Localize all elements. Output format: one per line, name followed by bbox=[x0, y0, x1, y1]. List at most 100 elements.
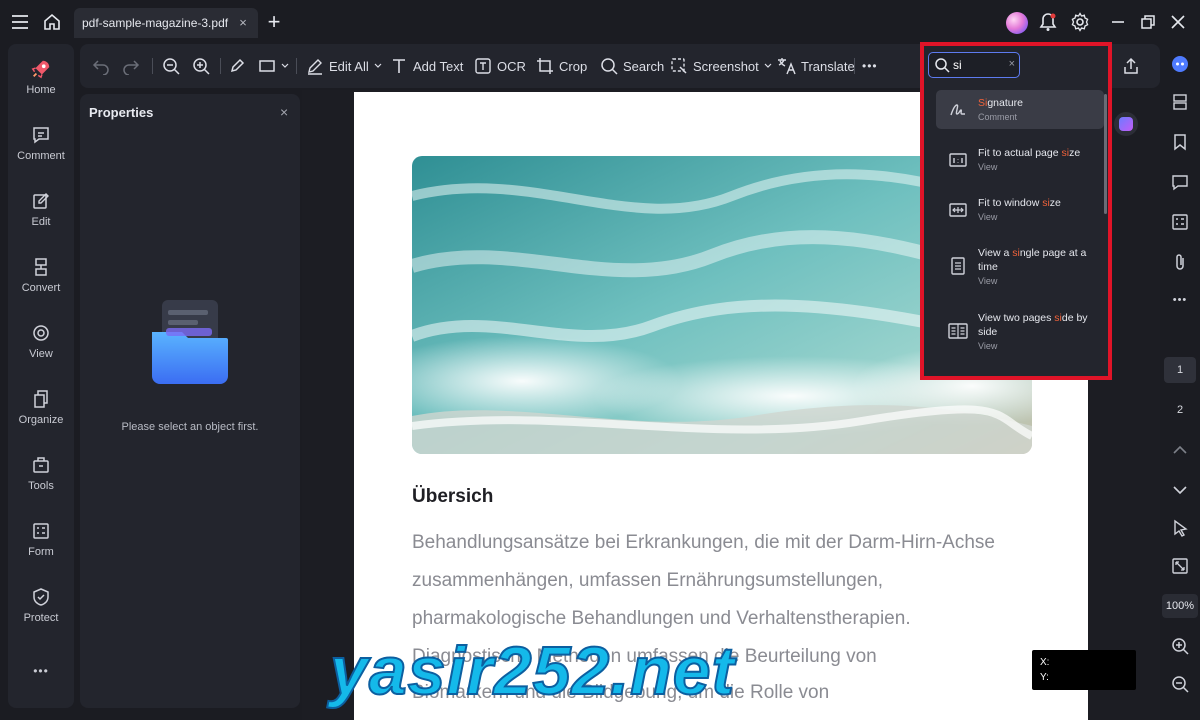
screenshot-label: Screenshot bbox=[693, 58, 759, 74]
properties-close-icon[interactable]: × bbox=[280, 104, 288, 120]
fit-window-icon bbox=[948, 200, 968, 220]
command-search-input[interactable] bbox=[953, 57, 1001, 73]
protect-shield-icon bbox=[30, 586, 52, 608]
convert-icon bbox=[30, 256, 52, 278]
assistant-logo-icon[interactable] bbox=[1168, 52, 1192, 76]
search-result-single-page[interactable]: View a single page at a time View bbox=[936, 240, 1104, 293]
comments-panel-icon[interactable] bbox=[1168, 170, 1192, 194]
page-number-current[interactable]: 1 bbox=[1164, 357, 1196, 383]
empty-folder-illustration-icon bbox=[152, 298, 228, 384]
two-page-icon bbox=[948, 321, 968, 341]
bookmark-icon[interactable] bbox=[1168, 130, 1192, 154]
signature-icon bbox=[948, 100, 968, 120]
search-result-fit-actual-size[interactable]: Fit to actual page size View bbox=[936, 140, 1104, 179]
share-export-icon[interactable] bbox=[1122, 54, 1140, 78]
thumbnails-icon[interactable] bbox=[1168, 90, 1192, 114]
translate-label: Translate bbox=[801, 58, 855, 74]
cursor-coordinates: X: Y: bbox=[1032, 650, 1136, 690]
nav-tools[interactable]: Tools bbox=[8, 446, 74, 500]
search-result-fit-window-size[interactable]: Fit to window size View bbox=[936, 190, 1104, 229]
new-tab-icon[interactable]: + bbox=[262, 9, 286, 34]
restore-icon[interactable] bbox=[1136, 10, 1160, 34]
translate-button[interactable]: Translate bbox=[776, 54, 855, 78]
nav-protect[interactable]: Protect bbox=[8, 578, 74, 632]
chevron-down-icon bbox=[374, 63, 382, 68]
toolbar-divider bbox=[854, 58, 855, 74]
edit-all-button[interactable]: Edit All bbox=[306, 54, 382, 78]
nav-comment[interactable]: Comment bbox=[8, 116, 74, 170]
toolbar-more-button[interactable]: ••• bbox=[862, 54, 878, 78]
nav-form[interactable]: Form bbox=[8, 512, 74, 566]
document-text-line: Behandlungsansätze bei Erkrankungen, die… bbox=[412, 532, 995, 553]
tab-close-icon[interactable]: × bbox=[236, 16, 250, 30]
right-rail-more-icon[interactable]: ••• bbox=[1168, 288, 1192, 312]
search-result-category: View bbox=[978, 276, 998, 286]
redo-icon[interactable] bbox=[122, 54, 140, 78]
avatar[interactable] bbox=[1006, 12, 1028, 34]
shape-rectangle-dropdown[interactable] bbox=[258, 54, 289, 78]
screenshot-button[interactable]: Screenshot bbox=[670, 54, 772, 78]
add-text-button[interactable]: Add Text bbox=[390, 54, 463, 78]
nav-view-label: View bbox=[29, 348, 53, 360]
undo-icon[interactable] bbox=[92, 54, 110, 78]
fit-page-icon[interactable] bbox=[1168, 554, 1192, 578]
bell-icon[interactable] bbox=[1036, 10, 1060, 34]
ocr-label: OCR bbox=[497, 58, 526, 74]
ocr-button[interactable]: OCR bbox=[474, 54, 526, 78]
text-t-icon bbox=[393, 59, 405, 73]
home-icon[interactable] bbox=[40, 10, 64, 34]
minimize-icon[interactable] bbox=[1106, 10, 1130, 34]
ocr-icon bbox=[475, 58, 491, 74]
select-cursor-icon[interactable] bbox=[1168, 516, 1192, 540]
coord-x-label: X: bbox=[1040, 657, 1050, 668]
popup-scrollbar[interactable] bbox=[1104, 94, 1107, 214]
nav-organize[interactable]: Organize bbox=[8, 380, 74, 434]
nav-edit[interactable]: Edit bbox=[8, 182, 74, 236]
menu-icon[interactable] bbox=[8, 10, 32, 34]
search-result-title: Signature bbox=[978, 97, 1023, 109]
form-icon bbox=[30, 520, 52, 542]
search-clear-icon[interactable]: × bbox=[1009, 58, 1015, 70]
search-icon bbox=[601, 58, 618, 75]
edit-all-icon bbox=[308, 59, 322, 75]
left-nav-rail: Home Comment Edit Convert View Organize bbox=[8, 44, 74, 708]
more-dots-icon: ••• bbox=[33, 664, 49, 678]
search-result-two-pages[interactable]: View two pages side by side View bbox=[936, 305, 1104, 358]
settings-gear-icon[interactable] bbox=[1068, 10, 1092, 34]
chevron-down-icon[interactable] bbox=[1168, 478, 1192, 502]
nav-home[interactable]: Home bbox=[8, 50, 74, 104]
page-number[interactable]: 2 bbox=[1164, 397, 1196, 423]
attachment-icon[interactable] bbox=[1168, 250, 1192, 274]
nav-form-label: Form bbox=[28, 546, 54, 558]
zoom-level-display[interactable]: 100% bbox=[1162, 594, 1198, 618]
chevron-down-icon bbox=[764, 63, 772, 68]
search-button[interactable]: Search bbox=[600, 54, 664, 78]
nav-convert[interactable]: Convert bbox=[8, 248, 74, 302]
organize-icon bbox=[30, 388, 52, 410]
nav-organize-label: Organize bbox=[18, 414, 64, 426]
document-tab[interactable]: pdf-sample-magazine-3.pdf × bbox=[74, 8, 258, 38]
close-window-icon[interactable] bbox=[1166, 10, 1190, 34]
screenshot-icon bbox=[671, 58, 687, 74]
search-result-category: View bbox=[978, 162, 998, 172]
zoom-out-icon[interactable] bbox=[162, 54, 180, 78]
zoom-in-icon[interactable] bbox=[192, 54, 210, 78]
command-search-box[interactable]: × bbox=[928, 52, 1020, 78]
crop-button[interactable]: Crop bbox=[536, 54, 587, 78]
nav-tools-label: Tools bbox=[28, 480, 54, 492]
search-result-signature[interactable]: Signature Comment bbox=[936, 90, 1104, 129]
highlight-pen-icon[interactable] bbox=[228, 54, 246, 78]
zoom-out-icon[interactable] bbox=[1168, 672, 1192, 696]
chevron-up-icon[interactable] bbox=[1168, 438, 1192, 462]
form-fields-icon[interactable] bbox=[1168, 210, 1192, 234]
nav-protect-label: Protect bbox=[23, 612, 59, 624]
zoom-in-icon[interactable] bbox=[1168, 634, 1192, 658]
single-page-icon bbox=[948, 256, 968, 276]
nav-more[interactable]: ••• bbox=[8, 656, 74, 686]
search-result-category: View bbox=[978, 341, 998, 351]
nav-view[interactable]: View bbox=[8, 314, 74, 368]
document-text-line: zusammenhängen, umfassen Ernährungsumste… bbox=[412, 570, 884, 591]
document-text-line: pharmakologische Behandlungen und Verhal… bbox=[412, 608, 911, 629]
search-label: Search bbox=[623, 58, 665, 74]
ai-assistant-icon[interactable] bbox=[1114, 112, 1138, 136]
